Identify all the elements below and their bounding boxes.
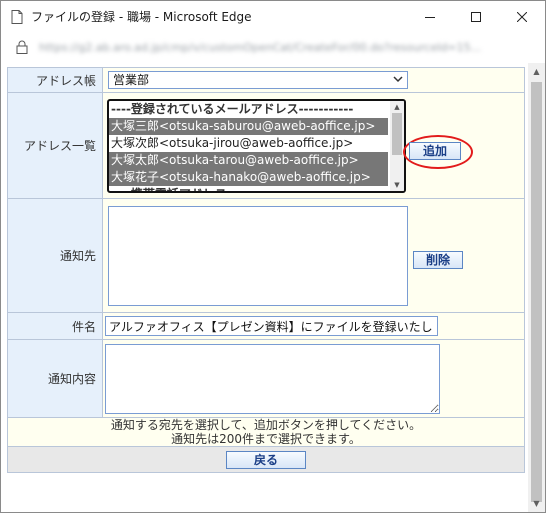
scroll-thumb[interactable]	[531, 82, 542, 502]
list-header: ----携帯電話アドレス-------------------	[109, 186, 388, 191]
delete-button[interactable]: 削除	[413, 251, 463, 269]
url-text[interactable]: https://g2.ab.aro.ad.jp/cmp/v/customOpen…	[39, 41, 539, 54]
page-scrollbar[interactable]: ▲ ▼	[528, 63, 545, 512]
scroll-down-icon[interactable]: ▼	[528, 495, 545, 512]
address-list-label: アドレス一覧	[7, 92, 103, 199]
address-book-label: アドレス帳	[7, 67, 103, 93]
body-textarea[interactable]	[105, 343, 440, 414]
scroll-down-icon[interactable]: ▼	[390, 179, 404, 191]
scroll-thumb[interactable]	[392, 112, 402, 155]
body-label: 通知内容	[7, 339, 103, 418]
title-bar: ファイルの登録 - 職場 - Microsoft Edge	[1, 1, 545, 32]
notice-line-1: 通知する宛先を選択して、追加ボタンを押してください。	[110, 418, 422, 432]
notify-to-list[interactable]	[108, 205, 408, 306]
list-header: ----登録されているメールアドレス-----------	[111, 101, 354, 116]
registration-form: アドレス帳 営業部 アドレス一覧 ----登録されているメールアドレス-----…	[7, 67, 525, 473]
document-icon	[9, 9, 25, 25]
list-item[interactable]: 大塚次郎<otsuka-jirou@aweb-aoffice.jp>	[109, 135, 388, 152]
maximize-icon	[471, 11, 481, 22]
address-bar[interactable]: https://g2.ab.aro.ad.jp/cmp/v/customOpen…	[1, 32, 545, 62]
window-controls	[407, 1, 545, 32]
listbox-scrollbar[interactable]: ▲ ▼	[390, 100, 404, 191]
lock-icon[interactable]	[15, 39, 29, 55]
form-area: アドレス帳 営業部 アドレス一覧 ----登録されているメールアドレス-----…	[7, 67, 525, 487]
back-button[interactable]: 戻る	[226, 450, 306, 469]
close-button[interactable]	[499, 1, 545, 32]
subject-input[interactable]	[105, 316, 438, 336]
scroll-up-icon[interactable]: ▲	[390, 101, 404, 113]
scroll-up-icon[interactable]: ▲	[528, 63, 545, 80]
add-button[interactable]: 追加	[409, 142, 461, 160]
close-icon	[517, 11, 527, 22]
chevron-down-icon	[393, 73, 403, 89]
list-item[interactable]: 大塚太郎<otsuka-tarou@aweb-aoffice.jp>	[109, 151, 388, 169]
subject-label: 件名	[7, 312, 103, 340]
list-item[interactable]: 大塚花子<otsuka-hanako@aweb-aoffice.jp>	[109, 168, 388, 186]
window-title: ファイルの登録 - 職場 - Microsoft Edge	[31, 10, 252, 24]
address-book-select[interactable]: 営業部	[108, 71, 408, 89]
minimize-icon	[425, 16, 435, 18]
notify-to-label: 通知先	[7, 198, 103, 313]
address-book-value: 営業部	[113, 73, 150, 87]
notice-line-2: 通知先は200件まで選択できます。	[171, 432, 361, 446]
minimize-button[interactable]	[407, 1, 453, 32]
notice-text: 通知する宛先を選択して、追加ボタンを押してください。 通知先は200件まで選択で…	[7, 417, 525, 447]
maximize-button[interactable]	[453, 1, 499, 32]
browser-window: ファイルの登録 - 職場 - Microsoft Edge https://g2…	[0, 0, 546, 513]
address-listbox[interactable]: ----登録されているメールアドレス----------- 大塚三郎<otsuka…	[107, 98, 406, 193]
list-item[interactable]: 大塚三郎<otsuka-saburou@aweb-aoffice.jp>	[109, 117, 388, 135]
